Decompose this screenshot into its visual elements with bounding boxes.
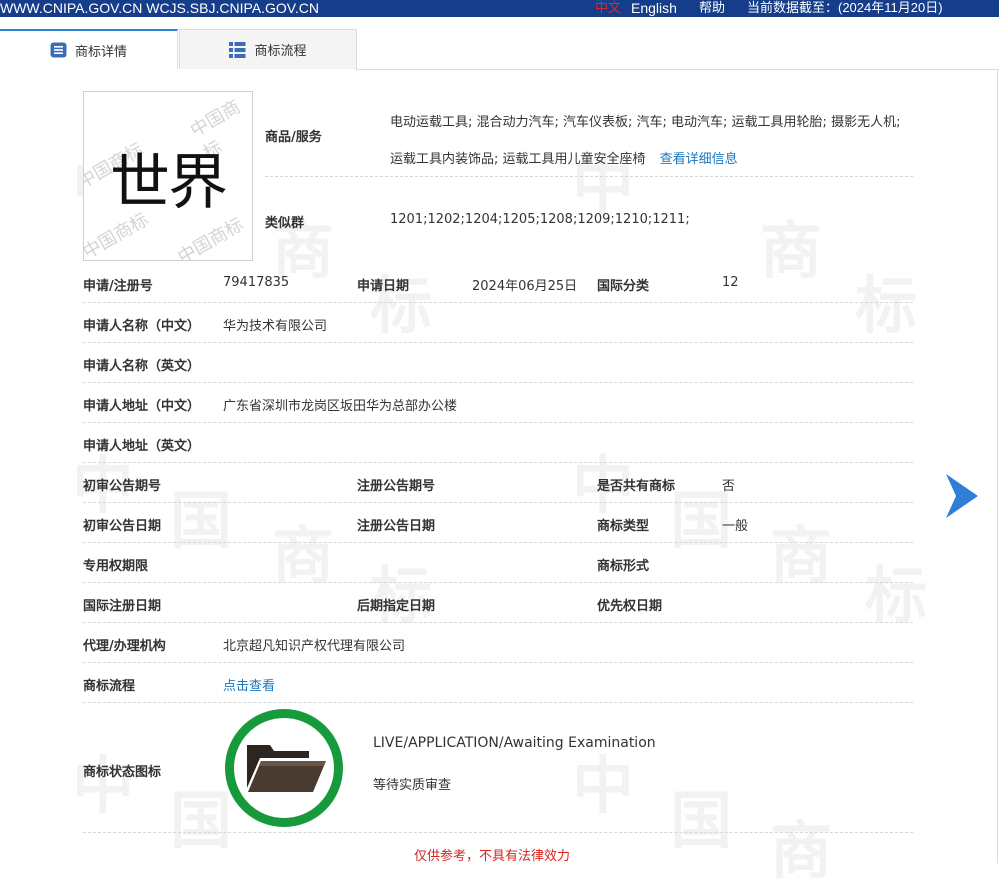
priority-date-label: 优先权日期 [597, 599, 663, 614]
content-border [997, 69, 998, 863]
help-link[interactable]: 帮助 [699, 0, 725, 16]
mark-form-label: 商标形式 [597, 559, 650, 574]
lang-english-link[interactable]: English [631, 0, 677, 16]
tab-label: 商标详情 [74, 44, 127, 60]
shared-mark-label: 是否共有商标 [597, 479, 676, 494]
status-icon-ring [225, 709, 343, 827]
goods-label: 商品/服务 [265, 130, 322, 145]
lang-chinese-link[interactable]: 中文 [595, 0, 621, 16]
reg-pub-date-label: 注册公告日期 [357, 519, 436, 534]
app-date-label: 申请日期 [357, 279, 410, 294]
shared-mark-value: 否 [722, 479, 736, 494]
grid-list-icon [229, 41, 246, 58]
top-bar: WWW.CNIPA.GOV.CN WCJS.SBJ.CNIPA.GOV.CN 中… [0, 0, 999, 17]
similar-group-label: 类似群 [265, 216, 305, 231]
mark-type-value: 一般 [722, 519, 749, 534]
agent-label: 代理/办理机构 [83, 639, 166, 654]
applicant-cn-value: 华为技术有限公司 [223, 319, 328, 334]
intl-class-label: 国际分类 [597, 279, 650, 294]
tab-trademark-process[interactable]: 商标流程 [179, 29, 357, 69]
intl-class-value: 12 [722, 275, 739, 290]
next-arrow-icon[interactable] [944, 472, 980, 520]
site-url: WWW.CNIPA.GOV.CN WCJS.SBJ.CNIPA.GOV.CN [0, 0, 319, 16]
prelim-no-label: 初审公告期号 [83, 479, 162, 494]
document-list-icon [50, 42, 67, 58]
process-label: 商标流程 [83, 679, 136, 694]
row-divider [83, 662, 913, 663]
app-date-value: 2024年06月25日 [472, 279, 578, 294]
disclaimer-text: 仅供参考，不具有法律效力 [414, 849, 571, 864]
view-details-link[interactable]: 查看详细信息 [660, 152, 738, 167]
status-en: LIVE/APPLICATION/Awaiting Examination [373, 735, 656, 751]
row-divider [265, 176, 913, 177]
row-divider [83, 302, 913, 303]
applicant-en-label: 申请人名称（英文） [83, 359, 201, 374]
row-divider [83, 582, 913, 583]
goods-value: 电动运载工具; 混合动力汽车; 汽车仪表板; 汽车; 电动汽车; 运载工具用轮胎… [390, 104, 915, 178]
mark-type-label: 商标类型 [597, 519, 650, 534]
open-folder-icon [247, 745, 326, 792]
tab-trademark-detail[interactable]: 商标详情 [0, 29, 178, 69]
agent-value: 北京超凡知识产权代理有限公司 [223, 639, 406, 654]
prelim-date-label: 初审公告日期 [83, 519, 162, 534]
row-divider [83, 702, 913, 703]
row-divider [83, 382, 913, 383]
tab-divider [356, 69, 999, 70]
tab-bar: 商标详情 商标流程 [0, 29, 999, 70]
address-cn-value: 广东省深圳市龙岗区坂田华为总部办公楼 [223, 399, 458, 414]
tab-label: 商标流程 [254, 44, 307, 59]
applicant-cn-label: 申请人名称（中文） [83, 319, 201, 334]
exclusive-period-label: 专用权期限 [83, 559, 149, 574]
reg-no-label: 申请/注册号 [83, 279, 153, 294]
row-divider [83, 542, 913, 543]
similar-group-value: 1201;1202;1204;1205;1208;1209;1210;1211; [390, 212, 690, 227]
row-divider [83, 502, 913, 503]
reg-pub-no-label: 注册公告期号 [357, 479, 436, 494]
address-cn-label: 申请人地址（中文） [83, 399, 201, 414]
reg-no-value: 79417835 [223, 275, 290, 290]
intl-reg-date-label: 国际注册日期 [83, 599, 162, 614]
row-divider [83, 342, 913, 343]
status-label: 商标状态图标 [83, 765, 162, 780]
row-divider [83, 422, 913, 423]
trademark-mark-text: 世界 [110, 148, 228, 218]
row-divider [83, 622, 913, 623]
row-divider [83, 462, 913, 463]
later-designation-label: 后期指定日期 [357, 599, 436, 614]
trademark-image: 中国商标 中国商标 中国商标 中国商标 世界 [83, 91, 253, 261]
process-view-link[interactable]: 点击查看 [223, 675, 275, 694]
data-date: 当前数据截至：(2024年11月20日) [747, 0, 943, 15]
row-divider [83, 832, 913, 833]
status-cn: 等待实质审查 [373, 778, 452, 793]
goods-list: 电动运载工具; 混合动力汽车; 汽车仪表板; 汽车; 电动汽车; 运载工具用轮胎… [390, 115, 901, 167]
address-en-label: 申请人地址（英文） [83, 439, 201, 454]
